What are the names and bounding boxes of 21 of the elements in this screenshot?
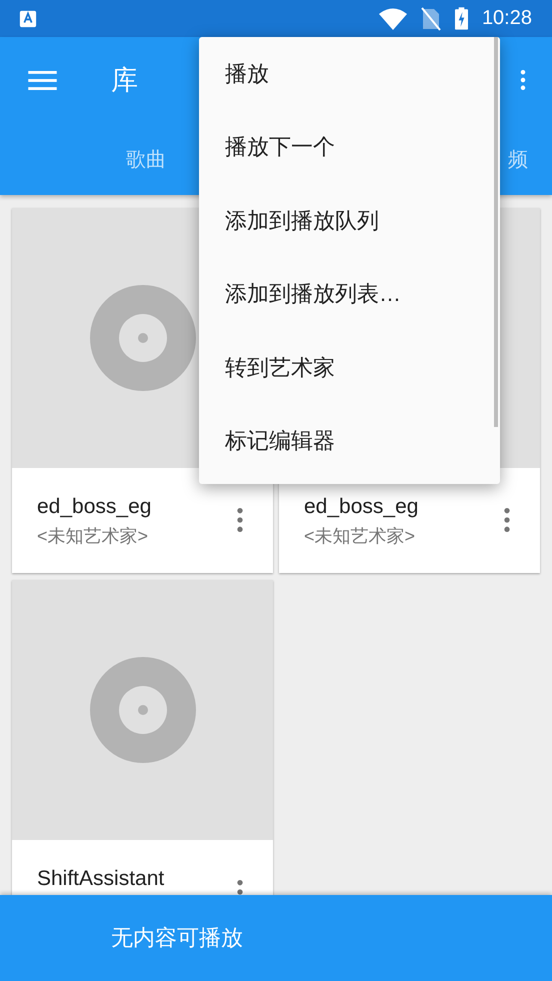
album-title: ed_boss_eg [304, 494, 420, 520]
status-time: 10:28 [482, 7, 532, 30]
artist-name: <未知艺术家> [37, 525, 150, 548]
battery-charging-icon [454, 7, 468, 30]
app-title: 库 [111, 64, 138, 97]
keyboard-app-icon [19, 10, 37, 28]
no-sim-icon [420, 6, 441, 30]
album-title: ed_boss_eg [37, 494, 152, 520]
artist-name: <未知艺术家> [304, 525, 416, 548]
menu-icon[interactable] [28, 70, 57, 90]
menu-item[interactable]: 播放 [199, 37, 500, 110]
wifi-icon [378, 8, 407, 30]
more-options-icon[interactable] [504, 508, 510, 532]
more-options-icon[interactable] [520, 70, 526, 90]
disc-icon [90, 657, 196, 763]
album-card[interactable]: ShiftAssistant [12, 580, 273, 895]
menu-item[interactable]: 播放下一个 [199, 110, 500, 184]
album-title: ShiftAssistant [37, 866, 166, 892]
now-playing-text: 无内容可播放 [111, 924, 243, 952]
disc-icon [90, 285, 196, 391]
more-options-icon[interactable] [237, 508, 243, 532]
